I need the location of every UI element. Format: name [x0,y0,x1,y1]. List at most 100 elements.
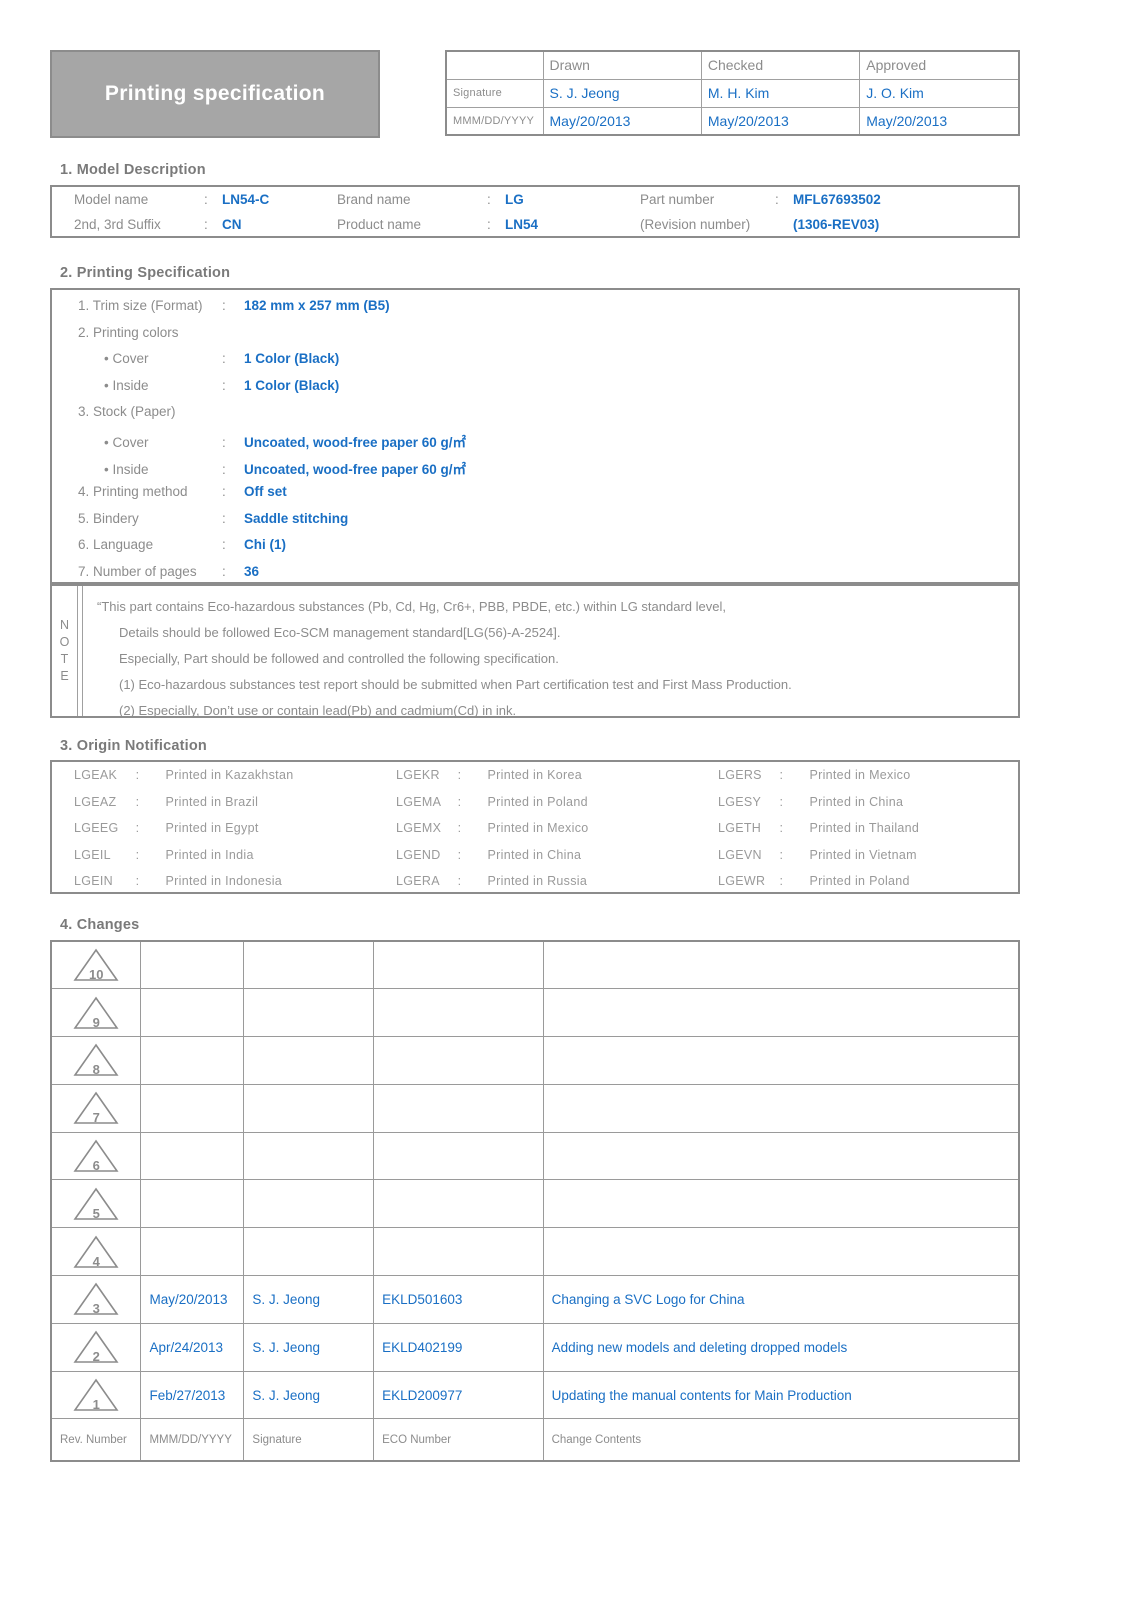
table-row: 10 [50,940,1020,990]
origin-code: LGEMA [395,794,442,809]
revision-marker-cell: 9 [50,988,142,1038]
change-contents [542,988,1020,1038]
colon: : [135,847,140,862]
origin-code: LGEAK [74,768,118,783]
colon: : [222,434,226,450]
colon: : [457,821,462,836]
value-revision-number: (1306-REV03) [793,217,880,232]
printing-specification-list: 1. Trim size (Format) : 182 mm x 257 mm … [52,290,1018,597]
origin-code: LGEAZ [74,794,117,809]
table-row: LGEAZ : Printed in Brazil LGEMA : Printe… [52,789,1018,816]
spec-value: 1 Color (Black) [244,351,340,367]
revision-marker-cell: 10 [50,940,142,990]
revision-marker-cell: 4 [50,1227,142,1277]
change-contents: Changing a SVC Logo for China [542,1275,1020,1324]
revision-marker-cell: 5 [50,1179,142,1229]
table-row: MMM/DD/YYYY May/20/2013 May/20/2013 May/… [445,106,1020,136]
origin-code: LGETH [717,821,762,836]
change-date [140,1083,245,1133]
colon: : [779,821,784,836]
revision-triangle-icon: 4 [73,1235,119,1269]
change-eco-number [373,1131,544,1181]
change-date [140,1227,245,1277]
change-eco-number [373,1083,544,1133]
note-vertical-label: N O T E [52,586,78,716]
table-row: 7 [50,1083,1020,1133]
note-line: (2) Especially, Don’t use or contain lea… [119,703,517,718]
colon: : [135,821,140,836]
revision-number: 8 [92,1062,100,1078]
table-row: 5 [50,1179,1020,1229]
table-row: 4 [50,1227,1020,1277]
value-part-number: MFL67693502 [793,192,881,207]
label-suffix: 2nd, 3rd Suffix [74,217,161,232]
spec-item-language: 6. Language : Chi (1) [52,537,1018,564]
change-date [140,1179,245,1229]
spec-label: 7. Number of pages [78,563,197,579]
spec-value: 36 [244,563,260,579]
origin-country: Printed in Kazakhstan [165,768,294,783]
spec-value: Off set [244,484,287,500]
change-contents [542,1131,1020,1181]
note-letter-t: T [60,652,69,666]
sig-col-drawn: Drawn [542,50,702,80]
table-row: Drawn Checked Approved [445,50,1020,80]
change-signature [243,1131,375,1181]
colon: : [457,847,462,862]
colon: : [457,874,462,889]
origin-country: Printed in Vietnam [809,847,917,862]
sig-checked-date: May/20/2013 [700,106,861,136]
revision-number: 5 [92,1205,100,1221]
change-date: Feb/27/2013 [140,1370,245,1420]
origin-country: Printed in China [809,794,904,809]
change-signature [243,1179,375,1229]
footer-label-change-contents: Change Contents [542,1418,1020,1462]
revision-number: 1 [92,1397,100,1413]
colon: : [135,874,140,889]
change-date [140,988,245,1038]
origin-country: Printed in Poland [809,874,910,889]
origin-country: Printed in Mexico [487,821,589,836]
change-eco-number [373,1036,544,1085]
revision-number: 10 [88,967,104,983]
revision-number: 3 [92,1301,100,1317]
origin-country: Printed in Egypt [165,821,259,836]
revision-triangle-icon: 1 [73,1378,119,1412]
revision-marker-cell: 8 [50,1036,142,1085]
document-title-block: Printing specification [50,50,380,138]
spec-label: 3. Stock (Paper) [78,404,176,420]
spec-item-colors-cover: • Cover : 1 Color (Black) [52,351,1018,378]
revision-number: 7 [92,1110,100,1126]
spec-value: 1 Color (Black) [244,377,340,393]
revision-number: 6 [92,1158,100,1174]
origin-code: LGERA [395,874,440,889]
note-text-body: “This part contains Eco-hazardous substa… [83,586,1018,718]
change-contents [542,1083,1020,1133]
sig-approved-date: May/20/2013 [859,106,1020,136]
origin-code: LGESY [717,794,762,809]
change-eco-number: EKLD200977 [373,1370,544,1420]
spec-value: Uncoated, wood-free paper 60 g/㎡ [244,461,467,477]
change-date: Apr/24/2013 [140,1322,245,1372]
value-suffix: CN [222,217,242,232]
colon: : [779,847,784,862]
table-row: 1 Feb/27/2013 S. J. Jeong EKLD200977 Upd… [50,1370,1020,1420]
revision-number: 2 [92,1349,100,1365]
origin-code: LGEIL [74,847,111,862]
model-description-box: Model name : LN54-C Brand name : LG Part… [50,185,1020,238]
revision-triangle-icon: 3 [73,1282,119,1316]
origin-country: Printed in China [487,847,582,862]
printing-specification-box: 1. Trim size (Format) : 182 mm x 257 mm … [50,288,1020,584]
footer-label-eco-number: ECO Number [373,1418,544,1462]
colon: : [457,768,462,783]
change-eco-number [373,940,544,990]
colon: : [775,192,779,207]
note-block: N O T E “This part contains Eco-hazardou… [50,584,1020,718]
table-row: 9 [50,988,1020,1038]
spec-value: 182 mm x 257 mm (B5) [244,298,390,313]
colon: : [204,192,208,207]
spec-item-bindery: 5. Bindery : Saddle stitching [52,511,1018,538]
label-revision-number: (Revision number) [640,217,751,232]
spec-label: 1. Trim size (Format) [78,298,203,313]
spec-label: • Cover [104,351,149,367]
